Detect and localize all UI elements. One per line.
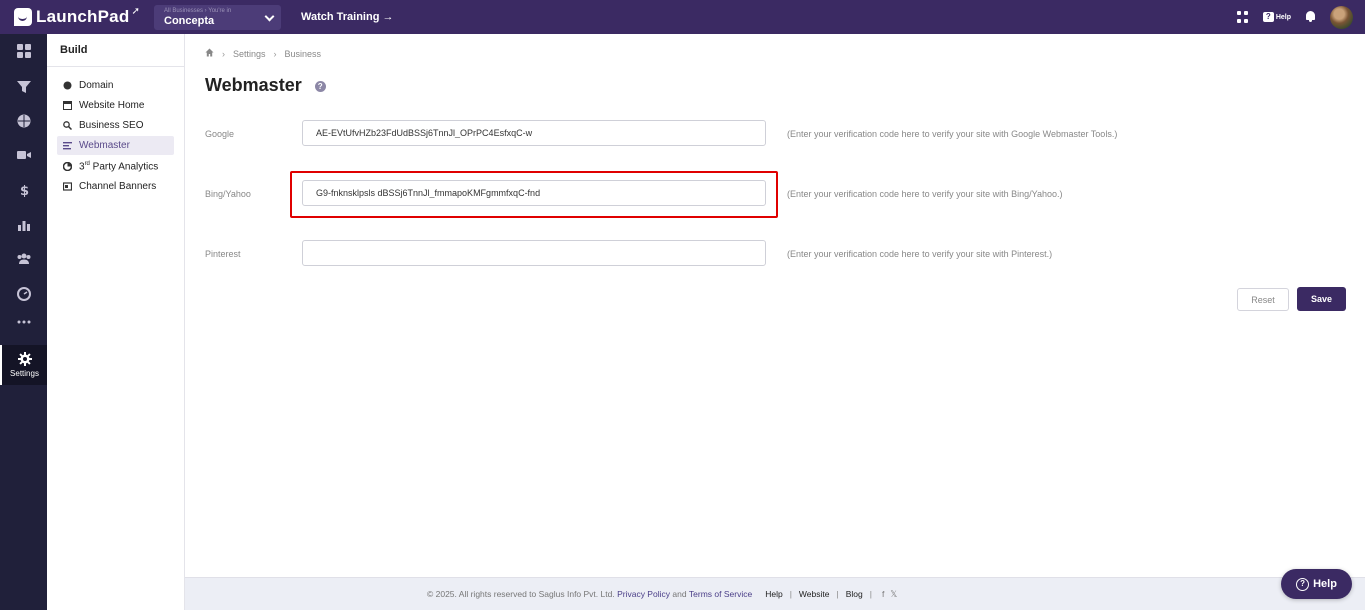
reset-button[interactable]: Reset (1237, 288, 1289, 311)
settings-label: Settings (10, 369, 39, 378)
google-label: Google (205, 129, 235, 139)
top-bar: LaunchPad ➚ All Businesses › You're in C… (0, 0, 1365, 34)
svg-text:$: $ (20, 184, 29, 197)
facebook-icon[interactable]: f (882, 589, 884, 599)
sidebar-item-label: Webmaster (79, 140, 130, 151)
breadcrumb-item-business[interactable]: Business (285, 49, 322, 59)
banner-icon (63, 182, 72, 191)
page-title: Webmaster (205, 75, 302, 95)
domain-icon (63, 81, 72, 90)
globe-icon[interactable] (0, 106, 47, 136)
sidebar-item-channel-banners[interactable]: Channel Banners (57, 177, 174, 196)
footer: © 2025. All rights reserved to Saglus In… (185, 577, 1365, 610)
breadcrumb-item-settings[interactable]: Settings (233, 49, 266, 59)
bing-yahoo-label: Bing/Yahoo (205, 189, 251, 199)
business-selector-label: All Businesses › You're in (164, 7, 232, 14)
webmaster-icon (63, 141, 72, 150)
funnel-icon[interactable] (0, 72, 47, 102)
breadcrumb-separator-icon: › (222, 48, 225, 59)
help-label: Help (1275, 13, 1291, 21)
save-button[interactable]: Save (1297, 287, 1346, 311)
pinterest-label: Pinterest (205, 249, 241, 259)
gauge-icon[interactable] (0, 279, 47, 309)
dollar-icon[interactable]: $ (0, 175, 47, 205)
notification-bell-icon[interactable] (1305, 11, 1316, 23)
sidebar-item-third-party-analytics[interactable]: 3rd Party Analytics (57, 157, 174, 176)
footer-divider: | (789, 589, 792, 599)
launchpad-logo[interactable]: LaunchPad ➚ (14, 5, 148, 27)
apps-grid-icon[interactable] (1236, 11, 1249, 23)
footer-divider: | (869, 589, 872, 599)
sidebar-item-label: Domain (79, 80, 114, 91)
help-icon: ? (1262, 12, 1274, 22)
business-selector-value: Concepta (164, 14, 215, 27)
page-title-row: Webmaster ? (205, 75, 326, 96)
seo-icon (63, 121, 72, 130)
sidebar-item-label: Business SEO (79, 120, 144, 131)
footer-and: and (672, 589, 687, 599)
settings-nav-item[interactable]: Settings (0, 345, 47, 385)
logo-icon (14, 8, 32, 26)
video-icon[interactable] (0, 140, 47, 170)
website-icon (63, 101, 72, 110)
info-help-icon[interactable]: ? (314, 81, 326, 92)
floating-help-button[interactable]: ? Help (1281, 569, 1352, 599)
sidebar-item-label: Website Home (79, 100, 145, 111)
sidebar-item-label: 3rd Party Analytics (79, 160, 159, 173)
footer-copyright: © 2025. All rights reserved to Saglus In… (427, 589, 615, 599)
sidebar-item-website-home[interactable]: Website Home (57, 96, 174, 115)
more-icon[interactable] (0, 307, 47, 337)
user-avatar[interactable] (1330, 5, 1353, 29)
main-content: › Settings › Business Webmaster ? Google… (185, 34, 1365, 577)
top-right-actions: ? Help (1236, 0, 1353, 34)
sidebar-item-domain[interactable]: Domain (57, 76, 174, 95)
analytics-icon[interactable] (0, 210, 47, 240)
build-sidebar: Build Domain Website Home Business SEO W… (47, 34, 185, 610)
footer-website-link[interactable]: Website (799, 589, 830, 599)
x-twitter-icon[interactable]: 𝕏 (890, 589, 897, 600)
main-nav-rail: $ Settings (0, 34, 47, 610)
bing-yahoo-hint: (Enter your verification code here to ve… (787, 189, 1063, 199)
dashboard-icon[interactable] (0, 36, 47, 66)
google-hint: (Enter your verification code here to ve… (787, 129, 1118, 139)
breadcrumb-separator-icon: › (273, 48, 277, 59)
google-verification-input[interactable] (302, 120, 766, 146)
floating-help-label: Help (1313, 578, 1337, 590)
watch-training-link[interactable]: Watch Training → (301, 11, 394, 23)
footer-blog-link[interactable]: Blog (846, 589, 863, 599)
rocket-icon: ➚ (131, 5, 140, 17)
help-circle-icon: ? (1296, 577, 1310, 591)
privacy-policy-link[interactable]: Privacy Policy (617, 589, 670, 599)
sidebar-item-webmaster[interactable]: Webmaster (57, 136, 174, 155)
home-icon[interactable] (205, 48, 214, 59)
sidebar-item-business-seo[interactable]: Business SEO (57, 116, 174, 135)
pinterest-verification-input[interactable] (302, 240, 766, 266)
footer-help-link[interactable]: Help (765, 589, 782, 599)
help-button[interactable]: ? Help (1262, 12, 1291, 22)
breadcrumb: › Settings › Business (205, 48, 321, 59)
logo-text: LaunchPad (36, 7, 130, 26)
pinterest-hint: (Enter your verification code here to ve… (787, 249, 1053, 259)
analytics-pie-icon (63, 162, 72, 171)
gear-icon (17, 352, 32, 366)
bing-yahoo-verification-input[interactable] (302, 180, 766, 206)
sidebar-item-label: Channel Banners (79, 181, 157, 192)
sidebar-title: Build (47, 34, 184, 67)
footer-divider: | (836, 589, 839, 599)
terms-of-service-link[interactable]: Terms of Service (689, 589, 752, 599)
business-selector[interactable]: All Businesses › You're in Concepta (154, 4, 281, 30)
users-icon[interactable] (0, 244, 47, 274)
